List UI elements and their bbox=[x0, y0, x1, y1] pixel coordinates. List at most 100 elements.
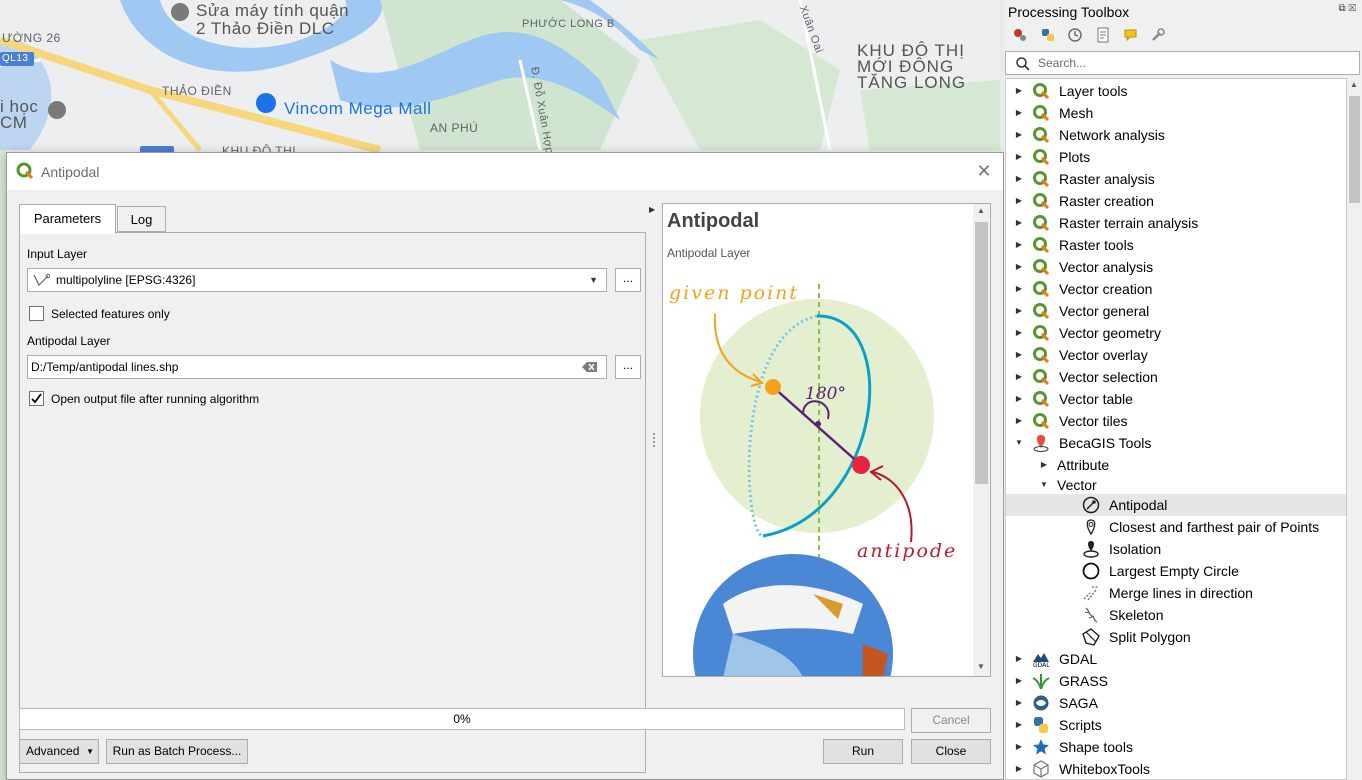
chevron-right-icon[interactable]: ▶ bbox=[1014, 300, 1024, 322]
tab-log[interactable]: Log bbox=[117, 206, 166, 232]
scrollbar-thumb[interactable] bbox=[1349, 96, 1360, 203]
tree-item[interactable]: ▶ Mesh bbox=[1006, 102, 1346, 124]
splitter-handle[interactable] bbox=[653, 433, 657, 447]
input-layer-combo[interactable]: multipolyline [EPSG:4326] ▼ bbox=[27, 268, 607, 292]
tree-item[interactable]: ▶ Layer tools bbox=[1006, 80, 1346, 102]
chevron-right-icon[interactable]: ▶ bbox=[1014, 388, 1024, 410]
panel-controls[interactable]: ⧉ ☒ bbox=[1339, 3, 1356, 14]
antipodal-layer-input[interactable]: D:/Temp/antipodal lines.shp bbox=[27, 355, 607, 379]
tree-item-label: Antipodal bbox=[1109, 497, 1168, 513]
tree-item[interactable]: Split Polygon bbox=[1006, 626, 1346, 648]
chevron-right-icon[interactable]: ▶ bbox=[1014, 344, 1024, 366]
scroll-up-icon[interactable]: ▲ bbox=[977, 206, 985, 215]
tree-item[interactable]: ▶ Vector analysis bbox=[1006, 256, 1346, 278]
tree-item[interactable]: ▶ Vector geometry bbox=[1006, 322, 1346, 344]
tree-scrollbar[interactable]: ▲ bbox=[1347, 78, 1362, 780]
tree-item[interactable]: ▶ Raster tools bbox=[1006, 234, 1346, 256]
scroll-up-icon[interactable]: ▲ bbox=[1350, 80, 1358, 89]
tree-item[interactable]: ▶ GRASS bbox=[1006, 670, 1346, 692]
selected-features-checkbox[interactable] bbox=[29, 306, 44, 321]
map-poi-vincom[interactable]: Vincom Mega Mall bbox=[284, 99, 432, 119]
tree-item[interactable]: ▶ Vector general bbox=[1006, 300, 1346, 322]
chevron-right-icon[interactable]: ▶ bbox=[1039, 454, 1049, 476]
tree-item[interactable]: ▶ Vector creation bbox=[1006, 278, 1346, 300]
cancel-button[interactable]: Cancel bbox=[911, 708, 991, 733]
tree-item[interactable]: Isolation bbox=[1006, 538, 1346, 560]
tree-item[interactable]: ▼ Vector bbox=[1006, 474, 1346, 496]
closest-points-icon bbox=[1082, 518, 1100, 536]
models-icon[interactable] bbox=[1012, 27, 1028, 43]
chevron-right-icon[interactable]: ▶ bbox=[1014, 168, 1024, 190]
chevron-right-icon[interactable]: ▶ bbox=[1014, 146, 1024, 168]
tree-item[interactable]: ▶ Raster analysis bbox=[1006, 168, 1346, 190]
tree-item[interactable]: ▶ GDAL GDAL bbox=[1006, 648, 1346, 670]
close-icon[interactable]: ✕ bbox=[973, 160, 995, 182]
help-scrollbar[interactable]: ▲ ▼ bbox=[973, 204, 990, 676]
chevron-right-icon[interactable]: ▶ bbox=[1014, 648, 1024, 670]
chevron-right-icon[interactable]: ▶ bbox=[1014, 102, 1024, 124]
chevron-right-icon[interactable]: ▶ bbox=[1014, 670, 1024, 692]
tree-item[interactable]: ▶ Plots bbox=[1006, 146, 1346, 168]
chevron-right-icon[interactable]: ▶ bbox=[1014, 278, 1024, 300]
tree-item[interactable]: Closest and farthest pair of Points bbox=[1006, 516, 1346, 538]
tree-item[interactable]: Skeleton bbox=[1006, 604, 1346, 626]
chevron-down-icon[interactable]: ▼ bbox=[1039, 474, 1049, 496]
tree-item[interactable]: Largest Empty Circle bbox=[1006, 560, 1346, 582]
splitter-arrow-icon[interactable]: ▶ bbox=[649, 205, 655, 214]
chevron-down-icon[interactable]: ▼ bbox=[1014, 432, 1024, 454]
tree-item[interactable]: ▶ Vector overlay bbox=[1006, 344, 1346, 366]
chevron-right-icon[interactable]: ▶ bbox=[1014, 366, 1024, 388]
tree-item-label: Attribute bbox=[1057, 457, 1110, 473]
tree-item[interactable]: ▶ Vector selection bbox=[1006, 366, 1346, 388]
tree-item[interactable]: ▶ Scripts bbox=[1006, 714, 1346, 736]
input-layer-browse-button[interactable]: ... bbox=[615, 268, 641, 292]
close-button[interactable]: Close bbox=[911, 739, 991, 764]
tree-item[interactable]: ▶ Vector tiles bbox=[1006, 410, 1346, 432]
tree-item[interactable]: ▶ Network analysis bbox=[1006, 124, 1346, 146]
scroll-down-icon[interactable]: ▼ bbox=[977, 662, 985, 671]
results-icon[interactable] bbox=[1095, 27, 1111, 43]
tree-item[interactable]: Antipodal bbox=[1006, 494, 1346, 516]
chevron-right-icon[interactable]: ▶ bbox=[1014, 714, 1024, 736]
tree-item[interactable]: ▶ Raster terrain analysis bbox=[1006, 212, 1346, 234]
dialog-titlebar[interactable]: Antipodal ✕ bbox=[7, 153, 1003, 190]
chevron-right-icon[interactable]: ▶ bbox=[1014, 758, 1024, 779]
tree-item[interactable]: ▶ WhiteboxTools bbox=[1006, 758, 1346, 779]
tree-item[interactable]: ▶ Shape tools bbox=[1006, 736, 1346, 758]
chevron-right-icon[interactable]: ▶ bbox=[1014, 212, 1024, 234]
chevron-right-icon[interactable]: ▶ bbox=[1014, 234, 1024, 256]
scrollbar-thumb[interactable] bbox=[975, 222, 988, 484]
run-button[interactable]: Run bbox=[823, 739, 903, 764]
python-icon[interactable] bbox=[1040, 27, 1056, 43]
open-output-checkbox[interactable] bbox=[29, 391, 44, 406]
chevron-right-icon[interactable]: ▶ bbox=[1014, 124, 1024, 146]
chevron-right-icon[interactable]: ▶ bbox=[1014, 692, 1024, 714]
edit-features-icon[interactable] bbox=[1123, 27, 1139, 43]
tree-item-label: GRASS bbox=[1059, 673, 1109, 689]
advanced-button[interactable]: Advanced ▼ bbox=[19, 739, 99, 764]
tree-item[interactable]: ▶ SAGA bbox=[1006, 692, 1346, 714]
options-icon[interactable] bbox=[1150, 27, 1166, 43]
tree-item-label: Raster analysis bbox=[1059, 171, 1155, 187]
chevron-right-icon[interactable]: ▶ bbox=[1014, 256, 1024, 278]
antipodal-layer-browse-button[interactable]: ... bbox=[615, 355, 641, 379]
cube-icon bbox=[1032, 760, 1050, 778]
toolbox-search-input[interactable]: Search... bbox=[1005, 51, 1360, 75]
tab-parameters[interactable]: Parameters bbox=[19, 204, 116, 234]
chevron-right-icon[interactable]: ▶ bbox=[1014, 736, 1024, 758]
tree-item[interactable]: ▶ Attribute bbox=[1006, 454, 1346, 476]
chevron-right-icon[interactable]: ▶ bbox=[1014, 410, 1024, 432]
tree-item[interactable]: ▶ Raster creation bbox=[1006, 190, 1346, 212]
clear-icon[interactable] bbox=[582, 361, 598, 373]
close-icon[interactable]: ☒ bbox=[1348, 3, 1356, 14]
chevron-right-icon[interactable]: ▶ bbox=[1014, 80, 1024, 102]
chevron-right-icon[interactable]: ▶ bbox=[1014, 322, 1024, 344]
chevron-right-icon[interactable]: ▶ bbox=[1014, 190, 1024, 212]
tree-item[interactable]: ▶ Vector table bbox=[1006, 388, 1346, 410]
tree-item[interactable]: Merge lines in direction bbox=[1006, 582, 1346, 604]
float-icon[interactable]: ⧉ bbox=[1339, 3, 1346, 14]
tree-item[interactable]: ▼ BecaGIS Tools bbox=[1006, 432, 1346, 454]
tree-item-label: Mesh bbox=[1059, 105, 1094, 121]
batch-process-button[interactable]: Run as Batch Process... bbox=[106, 739, 248, 764]
history-icon[interactable] bbox=[1067, 27, 1083, 43]
